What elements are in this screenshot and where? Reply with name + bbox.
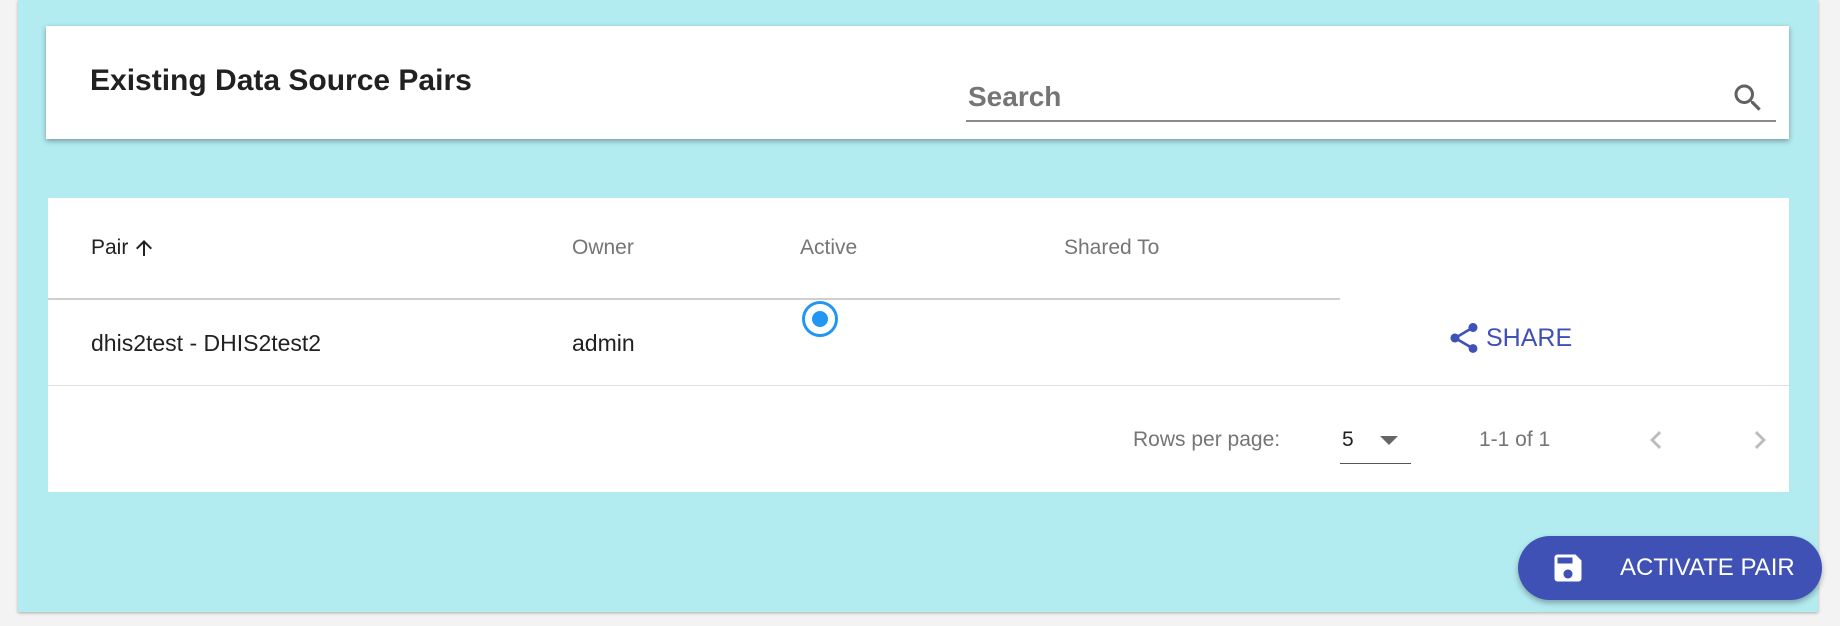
chevron-right-icon[interactable] <box>1742 422 1778 458</box>
header-divider <box>48 298 1340 300</box>
activate-pair-label: ACTIVATE PAIR <box>1620 554 1795 581</box>
column-header-pair-label: Pair <box>91 236 129 259</box>
share-button[interactable]: SHARE <box>1446 320 1572 356</box>
column-header-shared-to[interactable]: Shared To <box>1064 236 1159 260</box>
save-icon <box>1554 554 1582 582</box>
search-input[interactable] <box>966 76 1716 118</box>
column-header-pair[interactable]: Pair <box>91 236 156 260</box>
arrow-up-icon <box>136 240 153 256</box>
rows-per-page-label: Rows per page: <box>1133 428 1281 451</box>
pagination-range: 1-1 of 1 <box>1479 428 1551 451</box>
cell-owner: admin <box>572 330 635 356</box>
search-field[interactable] <box>966 76 1776 122</box>
share-button-label: SHARE <box>1486 323 1573 352</box>
active-radio[interactable] <box>802 301 838 337</box>
page-title: Existing Data Source Pairs <box>90 64 472 97</box>
rows-per-page-select[interactable]: 5 <box>1340 420 1411 464</box>
pairs-table: Pair Owner Active Shared To dhis2test - … <box>48 198 1789 492</box>
activate-pair-button[interactable]: ACTIVATE PAIR <box>1518 536 1822 600</box>
share-icon <box>1450 323 1478 353</box>
row-divider <box>48 385 1789 386</box>
search-icon[interactable] <box>1730 80 1766 116</box>
column-header-active[interactable]: Active <box>800 236 857 260</box>
cell-pair: dhis2test - DHIS2test2 <box>91 330 322 356</box>
main-panel: Existing Data Source Pairs Pair Owner Ac… <box>18 0 1822 612</box>
rows-per-page-value: 5 <box>1342 428 1354 451</box>
header-card: Existing Data Source Pairs <box>46 26 1789 139</box>
caret-down-icon <box>1380 436 1398 445</box>
chevron-left-icon[interactable] <box>1638 422 1674 458</box>
column-header-owner[interactable]: Owner <box>572 236 634 260</box>
